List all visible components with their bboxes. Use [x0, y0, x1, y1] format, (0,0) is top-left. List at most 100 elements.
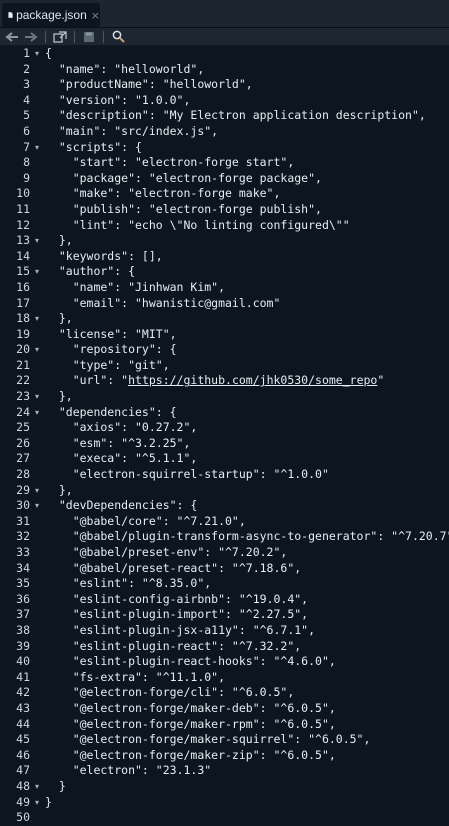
code-line: "name": "helloworld",: [45, 61, 205, 76]
line-number-label: 45: [16, 732, 30, 747]
fold-toggle-icon[interactable]: ▾: [35, 233, 39, 249]
line-number-label: 5: [23, 108, 30, 123]
line-number-label: 48: [16, 778, 30, 793]
line-number-label: 38: [16, 622, 30, 637]
fold-toggle-icon[interactable]: ▾: [35, 264, 39, 280]
line-number-label: 13: [16, 233, 30, 248]
code-line: },: [45, 482, 73, 497]
line-number-label: 22: [16, 373, 30, 388]
line-number-label: 34: [16, 560, 30, 575]
show-in-window-icon[interactable]: [52, 30, 68, 44]
file-icon: [8, 12, 13, 18]
line-number: 34: [0, 561, 42, 577]
line-number: 20 ▾: [0, 342, 42, 358]
line-number-label: 26: [16, 435, 30, 450]
line-number: 48 ▾: [0, 779, 42, 795]
code-line: "author": {: [45, 264, 136, 279]
repository-url-link[interactable]: https://github.com/jhk0530/some_repo: [128, 373, 377, 387]
fold-toggle-icon[interactable]: ▾: [35, 140, 39, 156]
code-line: }: [45, 794, 52, 809]
code-line: "main": "src/index.js",: [45, 123, 219, 138]
fold-toggle-icon[interactable]: ▾: [35, 405, 39, 421]
line-number: 35: [0, 576, 42, 592]
line-number-label: 25: [16, 420, 30, 435]
line-number: 2: [0, 62, 42, 78]
fold-toggle-icon[interactable]: ▾: [35, 498, 39, 514]
line-number: 40: [0, 654, 42, 670]
line-number-label: 39: [16, 638, 30, 653]
fold-toggle-icon[interactable]: ▾: [35, 795, 39, 811]
line-number: 26: [0, 436, 42, 452]
code-line: },: [45, 233, 73, 248]
line-number: 39: [0, 639, 42, 655]
code-line: "@electron-forge/cli": "^6.0.5",: [45, 685, 295, 700]
tab-package-json[interactable]: package.json ×: [2, 3, 100, 27]
back-arrow-icon[interactable]: [4, 30, 20, 44]
line-number: 17: [0, 296, 42, 312]
line-number-label: 4: [23, 92, 30, 107]
fold-toggle-icon[interactable]: ▾: [35, 311, 39, 327]
line-number-label: 46: [16, 747, 30, 762]
code-line: {: [45, 46, 52, 60]
line-number: 30 ▾: [0, 498, 42, 514]
line-number-label: 41: [16, 669, 30, 684]
toolbar-divider: [103, 30, 104, 43]
code-line: "make": "electron-forge make",: [45, 186, 281, 201]
code-line: "@babel/preset-react": "^7.18.6",: [45, 560, 302, 575]
code-line: "@babel/preset-env": "^7.20.2",: [45, 545, 288, 559]
line-number-label: 12: [16, 217, 30, 232]
code-line: },: [45, 389, 73, 404]
code-editor[interactable]: 1 ▾ 2 3 4 5 6 7 ▾ 8 9 10 11 12 13 ▾ 14 15 ▾ 16 17 18 ▾ 19 20 ▾ 21 2…: [0, 46, 449, 824]
line-number-label: 23: [16, 389, 30, 404]
code-line: "productName": "helloworld",: [45, 77, 253, 92]
line-number: 4: [0, 93, 42, 109]
line-number: 38: [0, 623, 42, 639]
line-number-label: 24: [16, 404, 30, 419]
fold-toggle-icon[interactable]: ▾: [35, 779, 39, 795]
line-number: 31: [0, 514, 42, 530]
line-number: 33: [0, 545, 42, 561]
line-number-label: 8: [23, 155, 30, 170]
close-icon[interactable]: ×: [91, 9, 100, 22]
fold-toggle-icon[interactable]: ▾: [35, 483, 39, 499]
line-number: 37: [0, 607, 42, 623]
line-number-label: 31: [16, 513, 30, 528]
line-number: 50: [0, 810, 42, 826]
line-number: 13 ▾: [0, 233, 42, 249]
toolbar-divider: [45, 30, 46, 43]
line-number: 43: [0, 701, 42, 717]
code-line: "axios": "0.27.2",: [45, 420, 198, 435]
save-icon[interactable]: [81, 30, 97, 44]
line-number: 6: [0, 124, 42, 140]
code-line: "@electron-forge/maker-zip": "^6.0.5",: [45, 747, 336, 762]
line-number: 41: [0, 670, 42, 686]
code-line: "eslint-plugin-react": "^7.32.2",: [45, 638, 302, 653]
code-line: "lint": "echo \"No linting configured\"": [45, 217, 350, 232]
line-number: 3: [0, 77, 42, 93]
line-number-label: 30: [16, 498, 30, 513]
fold-toggle-icon[interactable]: ▾: [35, 342, 39, 358]
code-line: "package": "electron-forge package",: [45, 170, 322, 185]
code-line: "repository": {: [45, 342, 177, 357]
line-number-label: 19: [16, 326, 30, 341]
code-line: "@babel/core": "^7.21.0",: [45, 513, 246, 528]
code-line: "eslint-plugin-import": "^2.27.5",: [45, 607, 309, 622]
forward-arrow-icon[interactable]: [23, 30, 39, 44]
line-number-label: 49: [16, 794, 30, 809]
code-line: "start": "electron-forge start",: [45, 155, 295, 170]
code-line: "scripts": {: [45, 139, 142, 154]
fold-toggle-icon[interactable]: ▾: [35, 46, 39, 62]
search-icon[interactable]: [110, 30, 126, 44]
code-line: "url": "https://github.com/jhk0530/some_…: [45, 373, 385, 388]
code-area[interactable]: { "name": "helloworld", "productName": "…: [45, 46, 449, 826]
fold-toggle-icon[interactable]: ▾: [35, 389, 39, 405]
line-number: 1 ▾: [0, 46, 42, 62]
line-number: 28: [0, 467, 42, 483]
code-line: "license": "MIT",: [45, 326, 177, 341]
line-number-label: 42: [16, 685, 30, 700]
code-line: "description": "My Electron application …: [45, 108, 426, 123]
line-number-label: 36: [16, 591, 30, 606]
toolbar-divider: [74, 30, 75, 43]
line-number-label: 27: [16, 451, 30, 466]
line-number: 18 ▾: [0, 311, 42, 327]
